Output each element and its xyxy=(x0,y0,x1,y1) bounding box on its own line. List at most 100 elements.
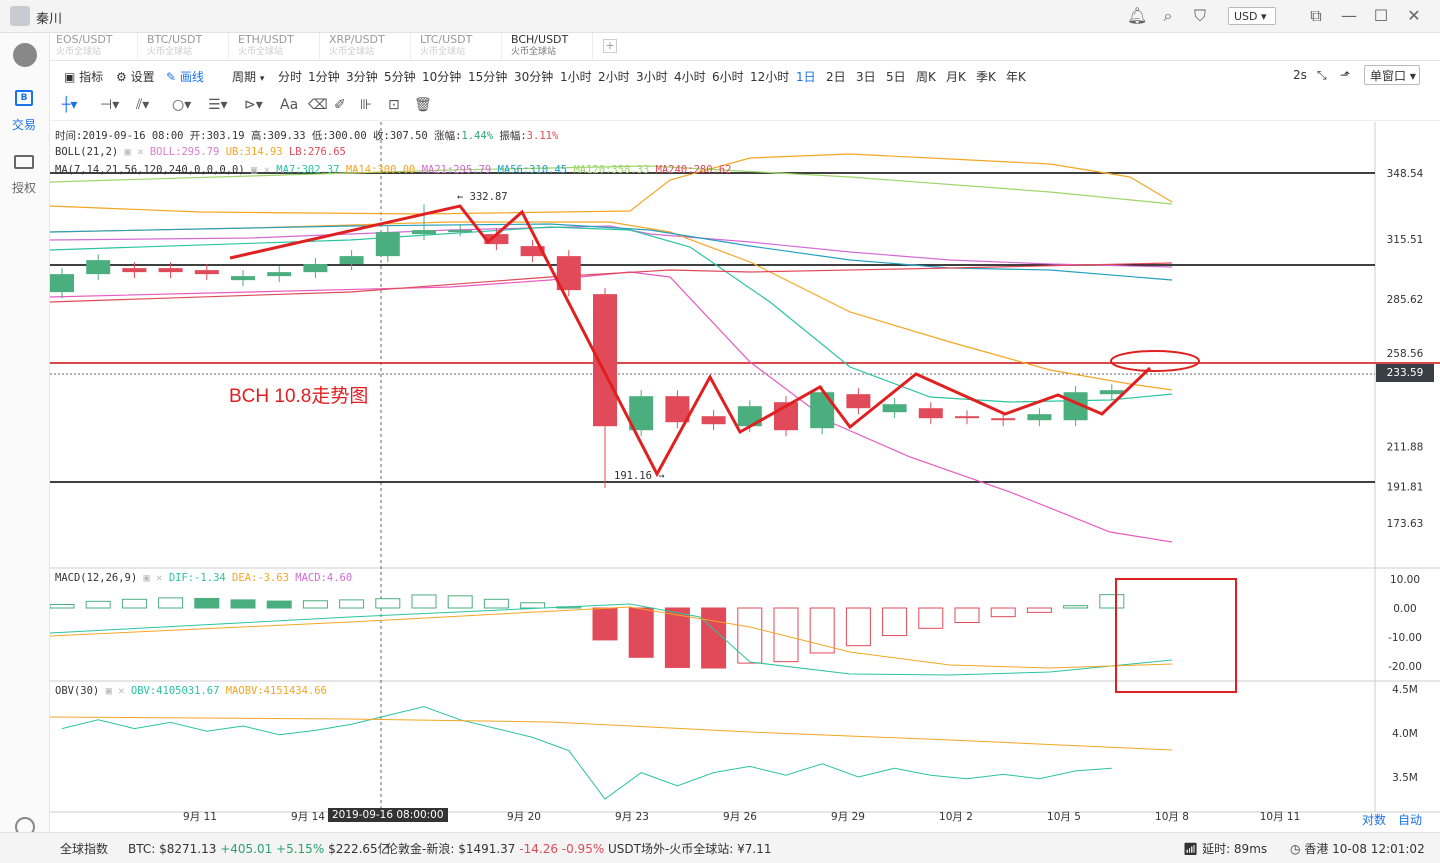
period-0[interactable]: 分时 xyxy=(278,68,302,85)
price-tick: 258.56 xyxy=(1387,348,1424,360)
period-11[interactable]: 6小时 xyxy=(712,68,744,85)
period-16[interactable]: 5日 xyxy=(886,68,906,85)
date-tick: 10月 2 xyxy=(939,811,973,823)
period-18[interactable]: 月K xyxy=(946,68,966,85)
fib-icon[interactable]: ☰▾ xyxy=(208,97,228,113)
macd-bar xyxy=(447,595,473,609)
auto-scale-toggle[interactable]: 自动 xyxy=(1398,811,1422,828)
macd-bar xyxy=(483,598,509,609)
period-7[interactable]: 1小时 xyxy=(560,68,592,85)
candle-body xyxy=(991,418,1016,421)
export-icon[interactable]: ⬏ xyxy=(1340,68,1350,82)
period-3[interactable]: 5分钟 xyxy=(384,68,416,85)
measure-icon[interactable]: ⊪ xyxy=(360,97,372,113)
tab-ltc[interactable]: LTC/USDT 火币全球站 xyxy=(414,33,502,60)
period-8[interactable]: 2小时 xyxy=(598,68,630,85)
user-avatar-icon[interactable] xyxy=(10,6,30,26)
text-icon[interactable]: Aa xyxy=(280,97,298,113)
refresh-interval[interactable]: 2s xyxy=(1293,68,1307,82)
candle-body xyxy=(955,416,979,419)
tab-xrp[interactable]: XRP/USDT 火币全球站 xyxy=(323,33,411,60)
currency-select[interactable]: USD ▾ xyxy=(1228,7,1276,25)
horizontal-line-icon[interactable]: ⊣▾ xyxy=(100,97,119,113)
window-mode-select[interactable]: 单窗口 ▾ xyxy=(1364,65,1420,85)
auth-icon[interactable] xyxy=(14,155,34,169)
rail-auth[interactable]: 授权 xyxy=(12,179,36,196)
macd-bar xyxy=(664,607,690,668)
macd-bar xyxy=(628,607,654,658)
macd-bar xyxy=(411,594,437,609)
obv-tick: 4.0M xyxy=(1392,728,1418,740)
eraser-icon[interactable]: ⌫ xyxy=(308,97,328,113)
search-icon[interactable]: ⌕ xyxy=(1159,7,1177,25)
date-tick: 10月 11 xyxy=(1260,811,1301,823)
latency: 📶︎ 延时: 89ms xyxy=(1183,842,1268,856)
rail-trade[interactable]: 交易 xyxy=(12,116,36,133)
period-14[interactable]: 2日 xyxy=(826,68,846,85)
date-tick: 9月 14 xyxy=(291,811,325,823)
period-10[interactable]: 4小时 xyxy=(674,68,706,85)
drawing-toolbar: ┼▾ ⊣▾ ⫽▾ ○▾ ☰▾ ⊳▾ Aa ⌫ ✐ ⊪ ⊡ 🗑︎ xyxy=(50,92,1440,121)
candle-body xyxy=(593,294,617,427)
dock-icon[interactable]: ⧉ xyxy=(1307,7,1325,25)
tab-eos[interactable]: EOS/USDT 火币全球站 xyxy=(50,33,138,60)
log-scale-toggle[interactable]: 对数 xyxy=(1362,811,1386,828)
candle-body xyxy=(810,392,835,429)
btc-ticker: BTC: $8271.13 +405.01 +5.15% $222.65亿 xyxy=(128,842,390,856)
kline-chart[interactable]: 348.54 315.51 285.62 258.56 211.88 191.81 173.… xyxy=(50,122,1440,832)
tab-bch[interactable]: BCH/USDT 火币全球站 xyxy=(505,33,593,60)
price-tick: 173.63 xyxy=(1387,518,1424,530)
maximize-icon[interactable]: ☐ xyxy=(1372,7,1390,25)
left-rail: B 交易 授权 xyxy=(0,33,50,862)
period-17[interactable]: 周K xyxy=(916,68,936,85)
period-13[interactable]: 1日 xyxy=(796,68,816,85)
period-1[interactable]: 1分钟 xyxy=(308,68,340,85)
crosshair-icon[interactable]: ┼▾ xyxy=(62,97,77,113)
macd-panel xyxy=(50,578,1237,693)
shirt-icon[interactable]: ⛉ xyxy=(1191,7,1209,25)
period-5[interactable]: 15分钟 xyxy=(468,68,507,85)
macd-bar xyxy=(990,607,1016,618)
obv-readout: OBV(30) ▣ ✕ OBV:4105031.67 MAOBV:4151434… xyxy=(55,685,327,697)
axes: 348.54 315.51 285.62 258.56 211.88 191.81 173.… xyxy=(183,168,1424,823)
period-12[interactable]: 12小时 xyxy=(750,68,789,85)
period-4[interactable]: 10分钟 xyxy=(422,68,461,85)
period-2[interactable]: 3分钟 xyxy=(346,68,378,85)
gear-icon: ⚙ xyxy=(116,70,127,84)
close-icon[interactable]: ✕ xyxy=(1405,7,1423,25)
macd-highlight-box xyxy=(1115,578,1237,693)
lock-icon[interactable]: ⊡ xyxy=(388,97,400,113)
brush-icon[interactable]: ✐ xyxy=(334,97,346,113)
tab-eth[interactable]: ETH/USDT 火币全球站 xyxy=(232,33,320,60)
indicator-button[interactable]: ▣ 指标 xyxy=(64,68,103,85)
trade-icon[interactable]: B xyxy=(15,90,33,106)
clock: ◷ 香港 10-08 12:01:02 xyxy=(1290,842,1425,856)
period-20[interactable]: 年K xyxy=(1006,68,1026,85)
fullscreen-icon[interactable]: ⤡ xyxy=(1317,68,1327,83)
trash-icon[interactable]: 🗑︎ xyxy=(414,97,432,113)
minimize-icon[interactable]: — xyxy=(1340,7,1358,25)
period-9[interactable]: 3小时 xyxy=(636,68,668,85)
period-15[interactable]: 3日 xyxy=(856,68,876,85)
tab-btc[interactable]: BTC/USDT 火币全球站 xyxy=(141,33,229,60)
high-label: ← 332.87 xyxy=(457,191,508,203)
macd-tick: 0.00 xyxy=(1393,603,1416,615)
macd-tick: -20.00 xyxy=(1388,661,1422,673)
trend-line-icon[interactable]: ⫽▾ xyxy=(136,97,149,113)
macd-bar xyxy=(592,607,618,641)
period-19[interactable]: 季K xyxy=(976,68,996,85)
add-tab-button[interactable]: + xyxy=(603,39,617,53)
draw-button[interactable]: ✎ 画线 xyxy=(166,68,204,85)
period-6[interactable]: 30分钟 xyxy=(514,68,553,85)
settings-button[interactable]: ⚙ 设置 xyxy=(116,68,155,85)
global-index[interactable]: 全球指数 xyxy=(60,840,108,857)
boll-upper-line xyxy=(50,153,1173,215)
pattern-icon[interactable]: ⊳▾ xyxy=(244,97,263,113)
gold-ticker: 伦敦金-新浪: $1491.37 -14.26 -0.95% xyxy=(386,842,605,856)
username[interactable]: 秦川 xyxy=(36,8,62,27)
obv-line xyxy=(61,706,1112,800)
circle-icon[interactable]: ○▾ xyxy=(172,97,191,113)
period-dropdown[interactable]: 周期 ▾ xyxy=(232,68,264,85)
macd-bar xyxy=(339,599,365,609)
bell-icon[interactable]: 🔔︎ xyxy=(1127,7,1147,25)
